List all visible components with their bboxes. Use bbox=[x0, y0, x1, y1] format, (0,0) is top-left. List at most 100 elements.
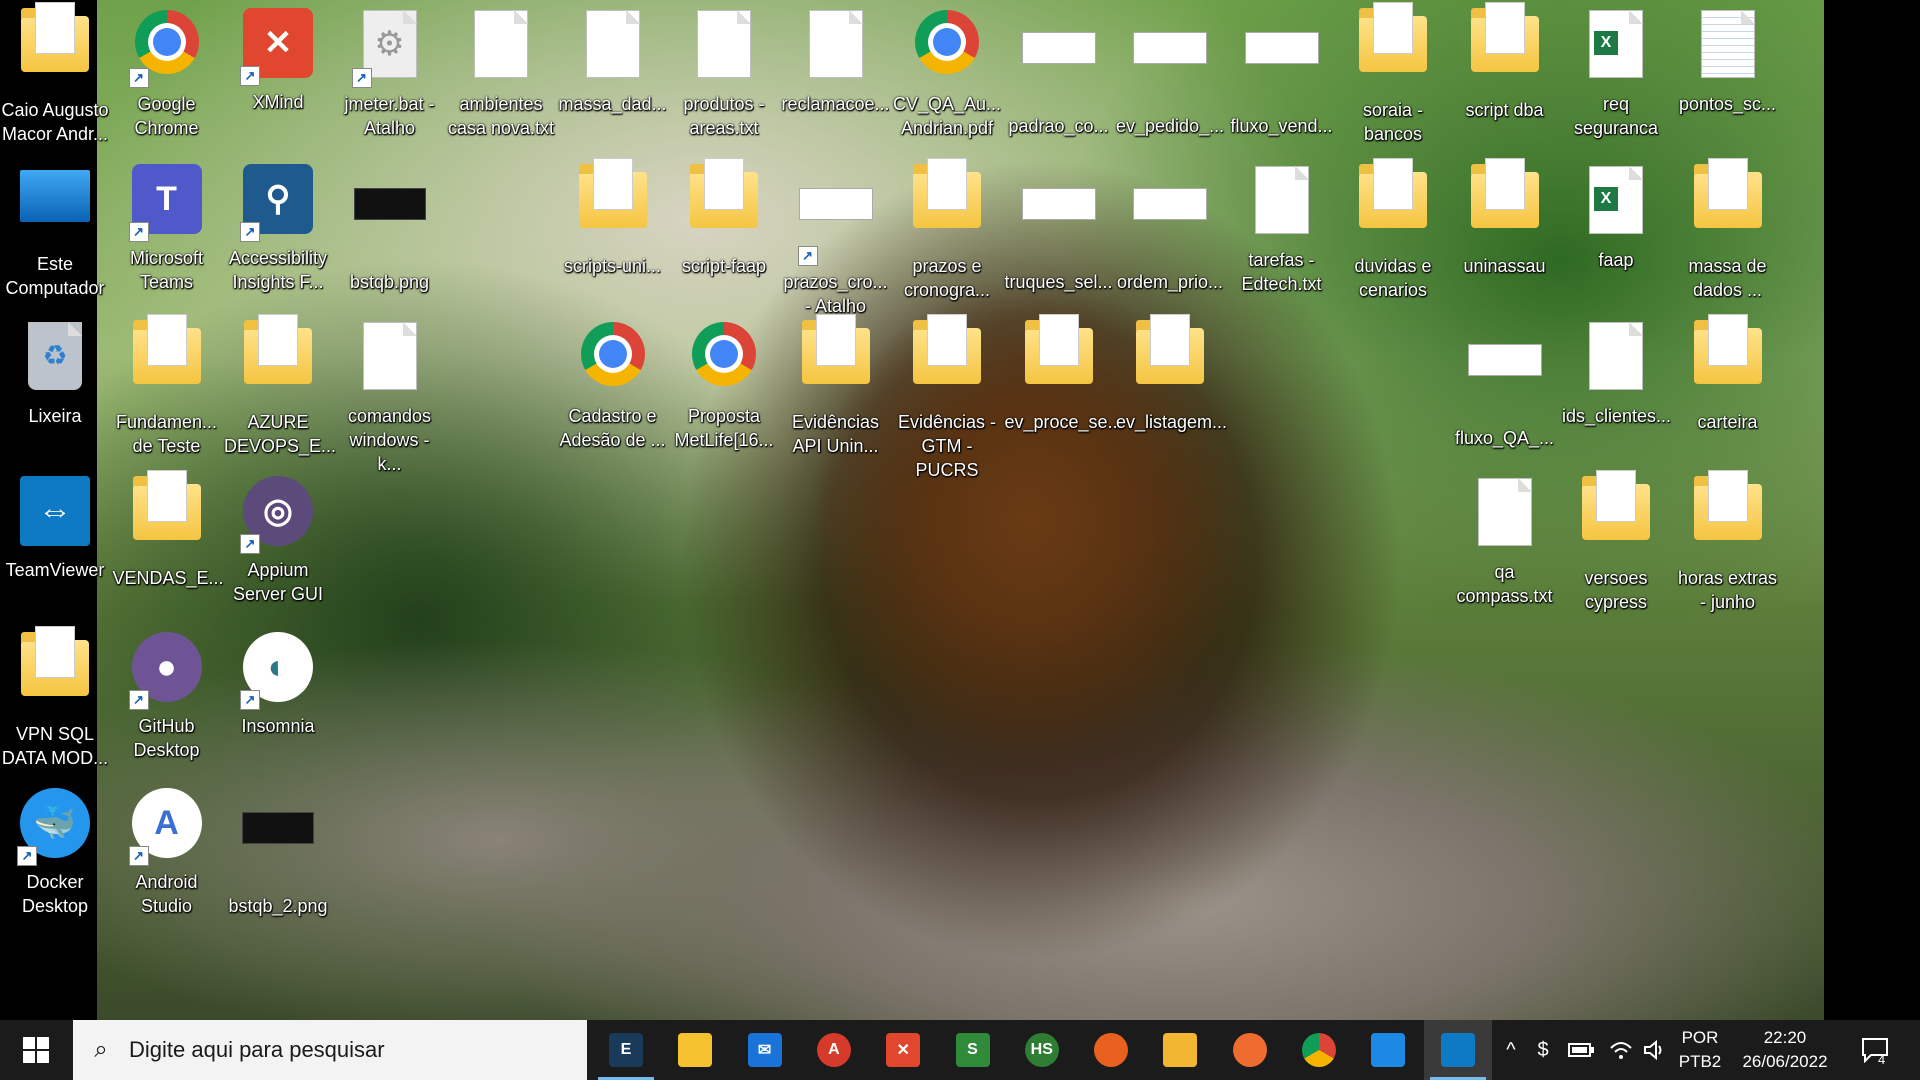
desktop-icon[interactable]: produtos - areas.txt bbox=[668, 2, 780, 152]
desktop-icon[interactable]: uninassau bbox=[1449, 158, 1561, 308]
desktop-icon[interactable]: ⇔ TeamViewer bbox=[0, 470, 111, 620]
desktop-icon-label: fluxo_QA_... bbox=[1454, 428, 1555, 448]
taskbar-app-button[interactable]: A bbox=[800, 1020, 868, 1080]
desktop-icon[interactable]: ambientes casa nova.txt bbox=[445, 2, 557, 152]
desktop-icon[interactable]: versoes cypress bbox=[1560, 470, 1672, 620]
taskbar-app-button[interactable]: ✉ bbox=[731, 1020, 799, 1080]
volume-icon[interactable] bbox=[1640, 1020, 1670, 1080]
desktop-icon-label: massa_dad... bbox=[558, 94, 667, 114]
desktop-icon-label: ids_clientes... bbox=[1562, 406, 1672, 426]
windows-start-button[interactable] bbox=[0, 1020, 72, 1080]
desktop-icon-label: VPN SQL DATA MOD... bbox=[1, 724, 109, 768]
taskbar-app-button[interactable] bbox=[1146, 1020, 1214, 1080]
desktop-icon[interactable]: ordem_prio... bbox=[1114, 158, 1226, 308]
folder-icon bbox=[1688, 158, 1768, 252]
desktop-icon-label: CV_QA_Au... Andrian.pdf bbox=[893, 94, 1002, 138]
image-file-icon bbox=[350, 188, 430, 268]
desktop-icon[interactable]: Xfaap bbox=[1560, 158, 1672, 308]
desktop-icon[interactable]: massa de dados ... bbox=[1672, 158, 1784, 308]
desktop-icon[interactable]: horas extras - junho bbox=[1672, 470, 1784, 620]
clock-date: 26/06/2022 bbox=[1742, 1052, 1828, 1071]
taskbar-app-button[interactable]: E bbox=[592, 1020, 660, 1080]
hs-icon: HS bbox=[1024, 1033, 1059, 1067]
desktop-icon[interactable]: A ↗ Android Studio bbox=[111, 782, 223, 932]
folder-icon bbox=[1465, 2, 1545, 96]
desktop-icon[interactable]: ♻ Lixeira bbox=[0, 314, 111, 464]
taskbar-app-button[interactable] bbox=[1423, 1020, 1492, 1080]
shortcut-arrow-icon: ↗ bbox=[128, 222, 149, 242]
desktop-icon[interactable]: ev_listagem... bbox=[1114, 314, 1227, 464]
desktop-icon[interactable]: fluxo_QA_... bbox=[1449, 314, 1561, 464]
desktop-icon[interactable]: ● ↗ GitHub Desktop bbox=[111, 626, 223, 776]
desktop-icon-label: duvidas e cenarios bbox=[1354, 256, 1432, 300]
desktop-icon[interactable]: duvidas e cenarios bbox=[1337, 158, 1449, 308]
desktop-icon[interactable]: 🐳 ↗ Docker Desktop bbox=[0, 782, 111, 932]
desktop-icon[interactable]: ids_clientes... bbox=[1560, 314, 1672, 464]
desktop-icon[interactable]: reclamacoe... bbox=[780, 2, 892, 152]
taskbar-app-button[interactable] bbox=[1354, 1020, 1422, 1080]
desktop-icon[interactable]: soraia - bancos bbox=[1337, 2, 1449, 152]
desktop-icon[interactable]: Caio Augusto Macor Andr... bbox=[0, 2, 111, 152]
desktop-icon[interactable]: ↗ Google Chrome bbox=[111, 2, 223, 152]
accessibility-insights-icon: ⚲ ↗ bbox=[238, 164, 318, 244]
text-file-icon bbox=[573, 10, 653, 90]
desktop-icon[interactable]: prazos e cronogra... bbox=[891, 158, 1003, 308]
notification-center-button[interactable]: 4 bbox=[1850, 1020, 1900, 1080]
taskbar-search-box[interactable]: ⌕ Digite aqui para pesquisar bbox=[73, 1020, 587, 1080]
language-indicator[interactable]: POR PTB2 bbox=[1674, 1020, 1726, 1080]
desktop-icon[interactable]: script dba bbox=[1449, 2, 1561, 152]
desktop-icon[interactable]: Cadastro e Adesão de ... bbox=[557, 314, 669, 464]
taskbar-app-button[interactable] bbox=[1216, 1020, 1284, 1080]
desktop-icon-label: AZURE DEVOPS_E... bbox=[224, 412, 337, 456]
battery-icon[interactable] bbox=[1566, 1020, 1596, 1080]
desktop-icon[interactable]: VENDAS_E... bbox=[111, 470, 224, 620]
desktop-icon-label: Appium Server GUI bbox=[232, 560, 324, 604]
desktop-icon[interactable]: pontos_sc... bbox=[1672, 2, 1784, 152]
taskbar-app-button[interactable] bbox=[1285, 1020, 1353, 1080]
desktop-icon[interactable]: ↗ prazos_cro... - Atalho bbox=[780, 158, 892, 316]
desktop-icon[interactable]: ⚲ ↗ Accessibility Insights F... bbox=[222, 158, 334, 308]
desktop-icon[interactable]: tarefas - Edtech.txt bbox=[1226, 158, 1338, 308]
desktop-icon[interactable]: Fundamen... de Teste bbox=[111, 314, 223, 464]
taskbar-app-button[interactable]: HS bbox=[1008, 1020, 1076, 1080]
taskbar-app-button[interactable]: S bbox=[939, 1020, 1007, 1080]
desktop-icon-label: bstqb_2.png bbox=[228, 896, 328, 916]
android-studio-icon: A ↗ bbox=[127, 788, 207, 868]
clock[interactable]: 22:20 26/06/2022 bbox=[1734, 1020, 1836, 1080]
desktop-icon[interactable]: padrao_co... bbox=[1003, 2, 1115, 152]
desktop-icon[interactable]: Proposta MetLife[16... bbox=[668, 314, 780, 464]
desktop-icon[interactable]: Este Computador bbox=[0, 158, 111, 308]
desktop-icon[interactable]: ◐ ↗ Insomnia bbox=[222, 626, 334, 776]
desktop-icon[interactable]: ev_pedido_... bbox=[1114, 2, 1226, 152]
desktop-icon[interactable]: scripts-uni... bbox=[557, 158, 669, 308]
desktop-icon[interactable]: massa_dad... bbox=[557, 2, 669, 152]
wifi-icon[interactable] bbox=[1606, 1020, 1636, 1080]
desktop-icon-label: Google Chrome bbox=[134, 94, 199, 138]
desktop-icon[interactable]: Evidências API Unin... bbox=[780, 314, 892, 464]
taskbar-app-button[interactable]: ✕ bbox=[869, 1020, 937, 1080]
desktop-icon[interactable]: qa compass.txt bbox=[1449, 470, 1561, 620]
show-hidden-icons-chevron-icon[interactable]: ^ bbox=[1496, 1020, 1526, 1080]
desktop-icon[interactable]: ev_proce_se... bbox=[1003, 314, 1123, 464]
desktop-icon[interactable]: script-faap bbox=[668, 158, 780, 308]
desktop-icon[interactable]: AZURE DEVOPS_E... bbox=[222, 314, 337, 464]
desktop-icon[interactable]: ⚙ ↗ jmeter.bat - Atalho bbox=[334, 2, 446, 152]
desktop-icon[interactable]: comandos windows - k... bbox=[334, 314, 446, 474]
folder-icon bbox=[127, 470, 207, 564]
desktop-icon[interactable]: Xreq seguranca bbox=[1560, 2, 1672, 152]
desktop-icon[interactable]: bstqb_2.png bbox=[222, 782, 334, 932]
dollar-tray-icon[interactable]: $ bbox=[1530, 1020, 1556, 1080]
desktop-icon[interactable]: T ↗ Microsoft Teams bbox=[111, 158, 223, 308]
desktop-icon[interactable]: VPN SQL DATA MOD... bbox=[0, 626, 111, 776]
desktop-icon[interactable]: truques_sel... bbox=[1003, 158, 1115, 308]
desktop-icon[interactable]: CV_QA_Au... Andrian.pdf bbox=[891, 2, 1003, 152]
desktop-icon[interactable]: carteira bbox=[1672, 314, 1784, 464]
desktop-icon[interactable]: ◎ ↗ Appium Server GUI bbox=[222, 470, 334, 620]
desktop-icon[interactable]: Evidências - GTM - PUCRS bbox=[891, 314, 1003, 480]
desktop-icon[interactable]: fluxo_vend... bbox=[1226, 2, 1338, 152]
taskbar-app-button[interactable] bbox=[1077, 1020, 1145, 1080]
desktop-icon[interactable]: bstqb.png bbox=[334, 158, 446, 308]
shortcut-arrow-icon: ↗ bbox=[17, 846, 37, 866]
desktop-icon[interactable]: ✕ ↗ XMind bbox=[222, 2, 334, 152]
taskbar-app-button[interactable] bbox=[661, 1020, 729, 1080]
